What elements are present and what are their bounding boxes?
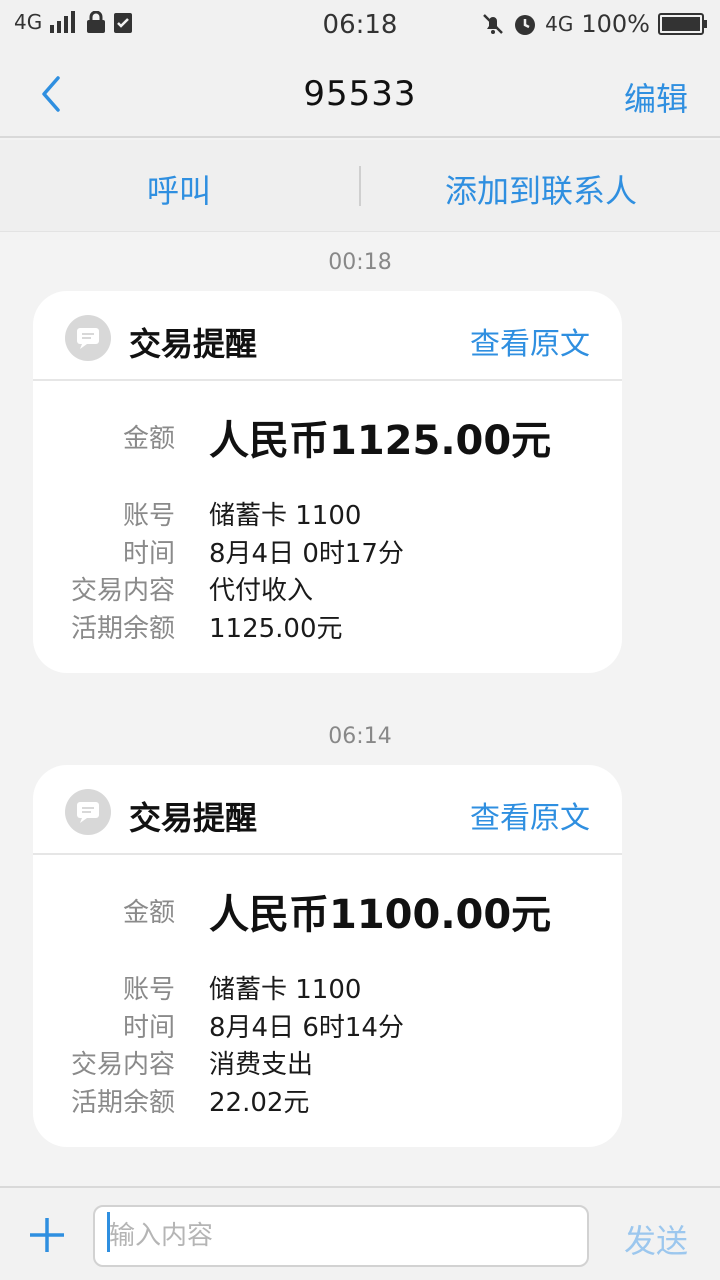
add-contact-button[interactable]: 添加到联系人 bbox=[362, 166, 720, 212]
transaction-type-label: 交易内容 bbox=[70, 1050, 175, 1080]
page-title: 95533 bbox=[303, 74, 417, 114]
amount-label: 金额 bbox=[122, 424, 175, 454]
call-button[interactable]: 呼叫 bbox=[0, 166, 358, 212]
card-header: 交易提醒 查看原文 bbox=[33, 291, 622, 381]
message-input[interactable] bbox=[93, 1205, 589, 1267]
contact-action-bar: 呼叫 添加到联系人 bbox=[0, 140, 720, 232]
message-timestamp: 00:18 bbox=[328, 250, 392, 275]
account-value: 储蓄卡 1100 bbox=[209, 501, 362, 531]
action-divider bbox=[359, 166, 361, 206]
message-card[interactable]: 交易提醒 查看原文 金额 人民币1100.00元 账号 储蓄卡 1100 时间 … bbox=[33, 765, 622, 1147]
message-card[interactable]: 交易提醒 查看原文 金额 人民币1125.00元 账号 储蓄卡 1100 时间 … bbox=[33, 291, 622, 673]
account-value: 储蓄卡 1100 bbox=[209, 975, 362, 1005]
mute-bell-icon bbox=[481, 12, 505, 36]
time-label: 时间 bbox=[122, 539, 175, 569]
amount-value: 人民币1100.00元 bbox=[209, 892, 552, 938]
card-title: 交易提醒 bbox=[129, 325, 258, 363]
card-header: 交易提醒 查看原文 bbox=[33, 765, 622, 855]
battery-percent: 100% bbox=[581, 10, 650, 38]
time-label: 时间 bbox=[122, 1013, 175, 1043]
balance-label: 活期余额 bbox=[70, 614, 175, 644]
card-title: 交易提醒 bbox=[129, 799, 258, 837]
message-icon bbox=[65, 315, 111, 361]
attach-button[interactable] bbox=[28, 1216, 66, 1254]
view-original-link[interactable]: 查看原文 bbox=[470, 793, 590, 837]
conversation-header: 95533 编辑 bbox=[0, 50, 720, 138]
message-timestamp: 06:14 bbox=[328, 724, 392, 749]
balance-value: 1125.00元 bbox=[209, 614, 343, 644]
balance-value: 22.02元 bbox=[209, 1088, 310, 1118]
account-label: 账号 bbox=[122, 975, 175, 1005]
amount-value: 人民币1125.00元 bbox=[209, 418, 552, 464]
transaction-type-value: 消费支出 bbox=[209, 1050, 314, 1080]
status-right: 4G 100% bbox=[481, 10, 708, 38]
network-type-right: 4G bbox=[545, 12, 574, 36]
transaction-type-value: 代付收入 bbox=[209, 576, 314, 606]
plus-icon bbox=[30, 1218, 64, 1252]
time-value: 8月4日 6时14分 bbox=[209, 1013, 404, 1043]
edit-button[interactable]: 编辑 bbox=[624, 74, 688, 120]
view-original-link[interactable]: 查看原文 bbox=[470, 319, 590, 363]
time-value: 8月4日 0时17分 bbox=[209, 539, 404, 569]
status-bar: 4G 06:18 4G 100% bbox=[0, 0, 720, 50]
alarm-icon bbox=[513, 12, 537, 36]
account-label: 账号 bbox=[122, 501, 175, 531]
battery-icon bbox=[658, 13, 708, 35]
text-caret bbox=[107, 1212, 110, 1252]
send-button[interactable]: 发送 bbox=[624, 1216, 688, 1262]
amount-label: 金额 bbox=[122, 898, 175, 928]
transaction-type-label: 交易内容 bbox=[70, 576, 175, 606]
balance-label: 活期余额 bbox=[70, 1088, 175, 1118]
message-icon bbox=[65, 789, 111, 835]
